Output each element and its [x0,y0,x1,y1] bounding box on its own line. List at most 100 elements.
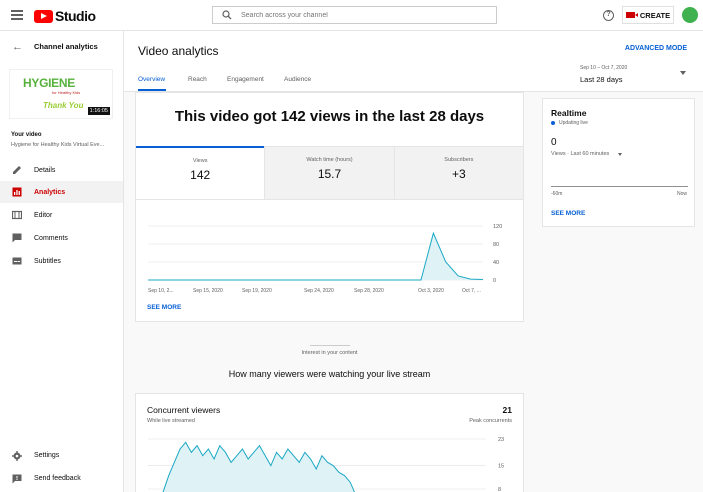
metric-label: Subscribers [444,157,474,163]
tab-reach[interactable]: Reach [188,76,207,83]
divider [310,345,350,346]
search-icon[interactable] [213,7,241,23]
metric-label: Watch time (hours) [306,157,353,163]
live-section-title: How many viewers were watching your live… [228,369,431,379]
realtime-title: Realtime [551,108,587,118]
date-range-label[interactable]: Last 28 days [580,75,623,84]
menu-icon[interactable] [11,10,23,20]
y-tick-label: 15 [498,464,504,470]
chevron-down-icon[interactable] [618,153,622,156]
thumb-thank-you: Thank You [43,101,84,110]
sidebar-item-label: Analytics [34,188,66,196]
peak-value: 21 [502,405,512,415]
sidebar-item-editor[interactable]: Editor [0,204,123,226]
search-bar[interactable] [212,6,497,24]
x-tick-label: Oct 3, 2020 [418,288,444,294]
camera-icon [625,12,638,18]
sidebar-item-feedback[interactable]: Send feedback [0,469,123,489]
sidebar: ← Channel analytics HYGIENE for Healthy … [0,31,124,492]
back-arrow-icon[interactable]: ← [12,41,23,53]
page-title: Video analytics [138,44,219,58]
concurrent-sub: While live streamed [147,418,195,424]
x-tick-label: Sep 15, 2020 [193,288,223,294]
concurrent-title: Concurrent viewers [147,405,221,415]
realtime-sub[interactable]: Views · Last 60 minutes [551,151,609,157]
concurrent-viewers-chart: 8 15 23 [148,437,504,492]
overview-headline: This video got 142 views in the last 28 … [174,108,485,125]
views-chart: 0 40 80 120 Sep 10, 2... Sep 15, 2020 Sep 19, … [148,224,502,294]
live-dot-icon [551,121,555,125]
realtime-see-more-link[interactable]: SEE MORE [551,210,585,217]
realtime-value: 0 [551,137,557,148]
analytics-icon [12,187,22,197]
x-tick-label: Sep 19, 2020 [242,288,272,294]
date-range[interactable]: Sep 10 – Oct 7, 2020 [580,65,627,71]
y-tick-label: 23 [498,437,504,443]
x-tick-label: Sep 10, 2... [148,288,174,294]
sidebar-item-settings[interactable]: Settings [0,446,123,466]
x-tick-label: Oct 7, ... [462,288,481,294]
peak-label: Peak concurrents [469,418,512,424]
see-more-link[interactable]: SEE MORE [147,304,181,311]
y-tick-label: 80 [493,242,499,248]
metric-views[interactable]: Views 142 [136,146,265,199]
sidebar-title: Channel analytics [34,42,98,51]
create-label: CREATE [639,10,671,20]
sidebar-item-subtitles[interactable]: Subtitles [0,250,123,272]
youtube-play-icon [34,9,53,23]
settings-label: Settings [34,452,60,459]
gear-icon [12,451,22,461]
concurrent-area [163,442,355,492]
sidebar-item-details[interactable]: Details [0,159,123,181]
metric-subscribers[interactable]: Subscribers +3 [393,147,523,199]
metric-value: +3 [451,167,466,181]
metric-value: 15.7 [317,167,342,181]
video-thumbnail[interactable]: HYGIENE for Healthy Kids Thank You 1:16:… [9,69,113,119]
concurrent-viewers-card: Concurrent viewers While live streamed 2… [135,393,524,492]
video-title[interactable]: Hygiene for Healthy Kids Virtual Eve... [11,142,115,148]
y-tick-label: 0 [493,278,496,284]
x-tick-label: Sep 28, 2020 [354,288,384,294]
active-tab-indicator [138,89,166,91]
sidebar-item-label: Subtitles [34,257,61,265]
realtime-updating: Updating live [559,120,588,126]
comment-icon [12,233,22,243]
metric-value: 142 [190,168,211,182]
metric-watch-time[interactable]: Watch time (hours) 15.7 [264,147,394,199]
realtime-axis-end: Now [676,191,687,197]
your-video-label: Your video [11,132,42,138]
subtitles-icon [12,257,22,265]
film-icon [12,210,22,220]
feedback-icon [12,474,22,484]
sidebar-item-analytics[interactable]: Analytics [0,181,123,203]
chevron-down-icon[interactable] [680,71,686,75]
advanced-mode-button[interactable]: ADVANCED MODE [625,45,687,52]
thumb-brand: HYGIENE [23,76,75,90]
realtime-axis-start: -60m [551,191,563,197]
sidebar-item-label: Editor [34,211,53,219]
tab-overview[interactable]: Overview [138,76,165,83]
search-input[interactable] [241,11,481,19]
create-button[interactable]: CREATE [622,6,674,24]
tab-audience[interactable]: Audience [284,76,311,83]
metric-label: Views [192,158,208,164]
y-tick-label: 120 [493,224,502,230]
logo-text: Studio [55,8,96,24]
thumb-brand-sub: for Healthy Kids [52,90,81,95]
sidebar-item-label: Comments [34,234,68,242]
sidebar-item-comments[interactable]: Comments [0,227,123,249]
avatar[interactable] [682,7,698,23]
y-tick-label: 8 [498,487,501,492]
sidebar-item-label: Details [34,166,56,174]
feedback-label: Send feedback [34,475,81,482]
analytics-header: Video analytics ADVANCED MODE Overview R… [124,31,703,92]
help-icon[interactable]: ? [603,10,614,21]
studio-logo[interactable]: Studio [34,8,96,24]
tab-engagement[interactable]: Engagement [227,76,264,83]
y-tick-label: 40 [493,260,499,266]
views-area [148,233,483,280]
interest-label: Interest in your content [301,350,358,356]
pencil-icon [13,166,21,174]
metric-tabs: Views 142 Watch time (hours) 15.7 Subscr… [136,146,523,200]
overview-card: This video got 142 views in the last 28 … [135,92,524,322]
